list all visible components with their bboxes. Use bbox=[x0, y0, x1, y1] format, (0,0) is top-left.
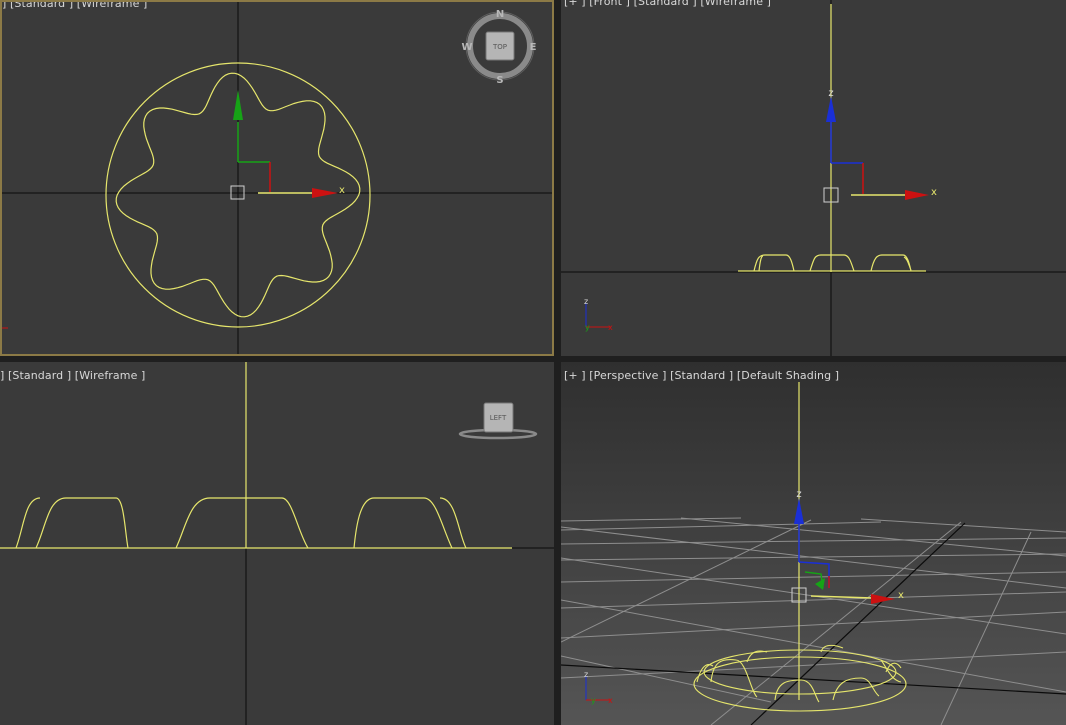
compass-west-label: W bbox=[461, 42, 472, 53]
mini-axis-x-label: x bbox=[608, 696, 613, 705]
left-profile-spline[interactable] bbox=[0, 497, 512, 549]
gizmo-plane-handle[interactable] bbox=[798, 561, 830, 588]
mini-axis-z-label: z bbox=[584, 297, 588, 306]
gizmo-x-arrow[interactable] bbox=[871, 594, 895, 604]
perspective-viewport-canvas: z x z y x bbox=[561, 382, 1066, 725]
compass-north-label: N bbox=[496, 9, 504, 20]
viewcube-left[interactable]: LEFT bbox=[458, 402, 538, 440]
mini-axis-y-label: y bbox=[591, 696, 596, 705]
front-viewport-canvas: z x z y x bbox=[561, 0, 1066, 356]
perspective-viewport-label[interactable]: [+ ] [Perspective ] [Standard ] [Default… bbox=[564, 369, 839, 382]
gizmo-z-arrow[interactable] bbox=[794, 498, 804, 524]
viewcube-compass[interactable]: TOP N S E W bbox=[461, 9, 536, 86]
gizmo-y-arrow[interactable] bbox=[815, 578, 825, 590]
front-profile-spline[interactable] bbox=[738, 254, 926, 272]
gizmo-x-label: x bbox=[898, 590, 904, 601]
gizmo-y-arrow[interactable] bbox=[233, 90, 243, 120]
viewcube-face-label: LEFT bbox=[490, 414, 507, 422]
gizmo-z-arrow[interactable] bbox=[826, 96, 836, 122]
world-axis-y bbox=[750, 522, 966, 725]
viewcube-face-label: TOP bbox=[492, 43, 507, 51]
perspective-viewport[interactable]: z x z y x [+ ] [Perspective ] [Standard … bbox=[561, 362, 1066, 725]
front-viewport[interactable]: z x z y x [+ ] [Front ] [Standard ] [Wir… bbox=[561, 0, 1066, 356]
top-viewport-canvas: x TOP N S E W bbox=[2, 2, 552, 354]
gizmo-x-label: x bbox=[931, 187, 937, 198]
gizmo-x-arrow[interactable] bbox=[312, 188, 338, 198]
front-viewport-label[interactable]: [+ ] [Front ] [Standard ] [Wireframe ] bbox=[564, 0, 771, 8]
left-viewport[interactable]: LEFT ] [Standard ] [Wireframe ] bbox=[0, 362, 554, 725]
mini-axis-y-label: y bbox=[585, 323, 590, 332]
gizmo-z-label: z bbox=[828, 88, 833, 99]
top-viewport-label[interactable]: ] [Standard ] [Wireframe ] bbox=[2, 2, 147, 10]
mini-axis-x-label: x bbox=[608, 323, 613, 332]
gizmo-x-label: x bbox=[339, 185, 345, 196]
top-viewport[interactable]: x TOP N S E W ] [Standard ] [Wireframe ] bbox=[0, 0, 554, 356]
gizmo-x-arrow[interactable] bbox=[905, 190, 929, 200]
compass-east-label: E bbox=[530, 42, 537, 53]
left-viewport-canvas: LEFT bbox=[0, 362, 554, 725]
mini-axis-z-label: z bbox=[584, 670, 588, 679]
gizmo-x-axis[interactable] bbox=[810, 595, 874, 599]
mini-axis-tripod: z y x bbox=[584, 297, 613, 332]
gizmo-z-label: z bbox=[796, 489, 801, 500]
left-viewport-label[interactable]: ] [Standard ] [Wireframe ] bbox=[0, 369, 145, 382]
compass-south-label: S bbox=[496, 75, 503, 86]
